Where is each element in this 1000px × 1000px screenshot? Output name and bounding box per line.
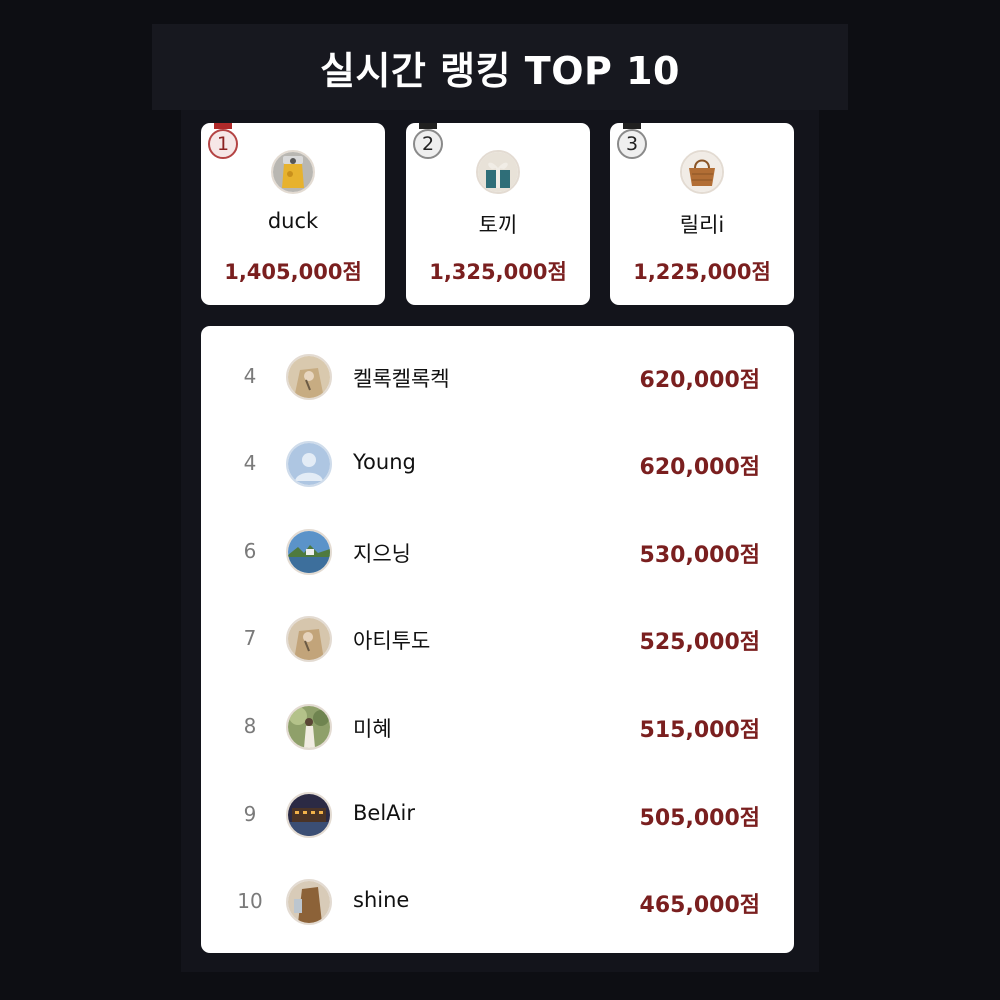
beige-coat-photo-icon (288, 356, 330, 398)
podium-score: 1,405,000점 (224, 260, 362, 284)
avatar (680, 150, 724, 194)
user-name: 아티투도 (353, 629, 431, 653)
rank-badge: 3 (617, 129, 647, 159)
default-user-icon (288, 443, 330, 485)
podium-score: 1,325,000점 (429, 260, 567, 284)
podium-card-rank-3[interactable]: 3 릴리i 1,225,000점 (610, 123, 794, 305)
podium-name: 릴리i (679, 213, 725, 237)
harbor-photo-icon (288, 531, 330, 573)
avatar (286, 792, 332, 838)
avatar (286, 704, 332, 750)
yellow-pouch-photo-icon (273, 152, 313, 192)
night-building-photo-icon (288, 794, 330, 836)
podium-card-rank-1[interactable]: 1 duck 1,405,000점 (201, 123, 385, 305)
list-item[interactable]: 4 Young 620,000점 (201, 434, 794, 494)
list-item[interactable]: 9 BelAir 505,000점 (201, 785, 794, 845)
podium-name: duck (267, 209, 319, 233)
podium-score: 1,225,000점 (633, 260, 771, 284)
avatar (286, 879, 332, 925)
rank-number: 8 (243, 714, 257, 738)
rank-number: 6 (243, 539, 257, 563)
gift-box-photo-icon (478, 152, 518, 192)
avatar (286, 616, 332, 662)
podium-name: 토끼 (478, 213, 518, 237)
user-name: BelAir (353, 801, 415, 825)
user-name: shine (353, 888, 410, 912)
user-score: 530,000점 (639, 543, 760, 568)
rank-badge: 2 (413, 129, 443, 159)
avatar (476, 150, 520, 194)
avatar (286, 354, 332, 400)
avatar (286, 441, 332, 487)
rank-badge: 1 (208, 129, 238, 159)
rank-number: 10 (237, 889, 263, 913)
user-score: 515,000점 (639, 718, 760, 743)
avatar (271, 150, 315, 194)
user-score: 465,000점 (639, 893, 760, 918)
user-name: Young (353, 450, 416, 474)
ranking-list: 4 켈록켈록켁 620,000점 4 Young 620,000점 6 지으닝 … (201, 326, 794, 953)
user-score: 525,000점 (639, 630, 760, 655)
list-item[interactable]: 10 shine 465,000점 (201, 872, 794, 932)
list-item[interactable]: 8 미혜 515,000점 (201, 697, 794, 757)
podium-card-rank-2[interactable]: 2 토끼 1,325,000점 (406, 123, 590, 305)
beige-coat-photo-icon (288, 618, 330, 660)
rank-number: 7 (243, 626, 257, 650)
user-name: 켈록켈록켁 (353, 367, 450, 391)
user-score: 505,000점 (639, 806, 760, 831)
brown-figure-photo-icon (288, 881, 330, 923)
avatar (286, 529, 332, 575)
user-name: 미혜 (353, 717, 392, 741)
wicker-bag-photo-icon (682, 152, 722, 192)
rank-number: 4 (243, 451, 257, 475)
list-item[interactable]: 6 지으닝 530,000점 (201, 522, 794, 582)
user-score: 620,000점 (639, 455, 760, 480)
list-item[interactable]: 4 켈록켈록켁 620,000점 (201, 347, 794, 407)
ranking-header: 실시간 랭킹 TOP 10 (152, 24, 848, 110)
list-item[interactable]: 7 아티투도 525,000점 (201, 609, 794, 669)
page-title: 실시간 랭킹 TOP 10 (320, 48, 680, 93)
rank-number: 4 (243, 364, 257, 388)
user-name: 지으닝 (353, 542, 411, 566)
garden-photo-icon (288, 706, 330, 748)
user-score: 620,000점 (639, 368, 760, 393)
rank-number: 9 (243, 802, 257, 826)
